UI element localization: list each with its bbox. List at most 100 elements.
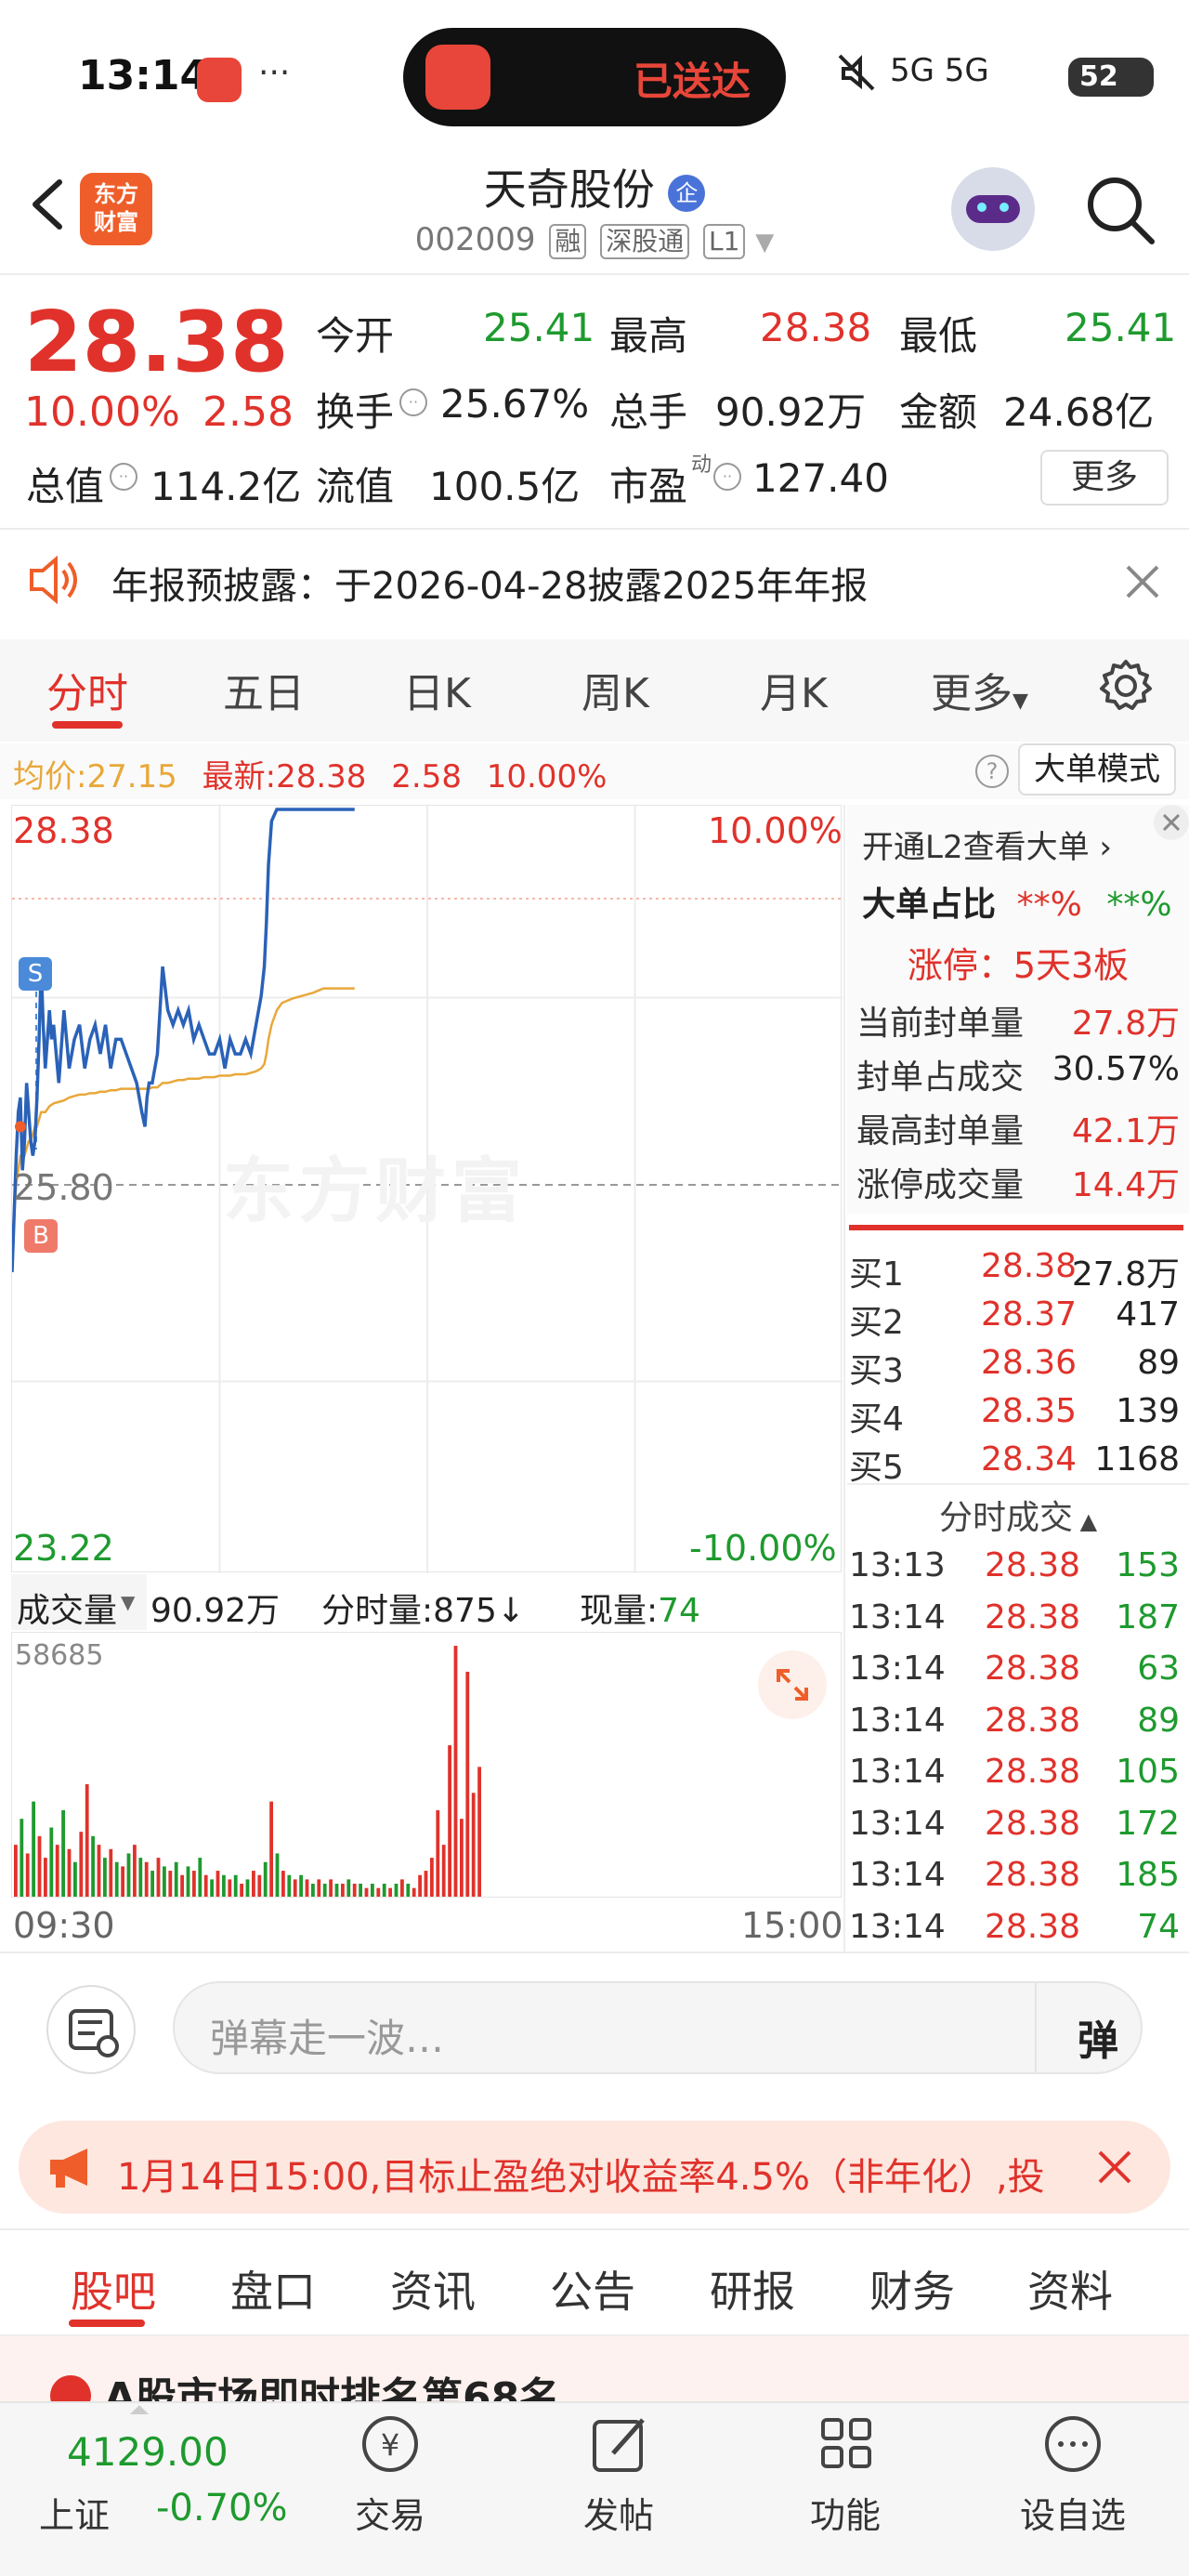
danmaku-send-button[interactable]: 弹 (1078, 2007, 1118, 2067)
assistant-avatar[interactable] (951, 167, 1035, 251)
volume-bar (293, 1879, 297, 1897)
volume-bar (32, 1801, 35, 1897)
volume-selector[interactable]: 成交量 ▼ (11, 1574, 147, 1630)
stock-name: 天奇股份 (483, 164, 655, 215)
ranking-text: A股市场即时排名第68名 (104, 2374, 561, 2401)
tab-research[interactable]: 研报 (710, 2258, 795, 2320)
big-order-ratio: 大单占比 **% **% (862, 877, 1172, 926)
y-max-label: 28.38 (13, 810, 114, 851)
trade-time: 13:14 (849, 1597, 946, 1636)
watermark: 东方财富 (223, 1150, 528, 1232)
index-value[interactable]: 4129.00 (67, 2429, 229, 2475)
divider (1035, 1983, 1037, 2072)
trade-volume: 74 (1137, 1907, 1180, 1946)
panel-divider (843, 805, 845, 1952)
volume-bar (192, 1871, 196, 1897)
volume-bar (465, 1671, 470, 1897)
more-stats-button[interactable]: 更多 (1040, 450, 1169, 506)
trade-volume: 185 (1116, 1856, 1180, 1894)
volume-chart[interactable] (11, 1632, 842, 1898)
info-icon[interactable]: ·· (399, 388, 427, 416)
trade-time: 13:14 (849, 1753, 946, 1791)
volume-bar (168, 1871, 173, 1897)
nav-post[interactable]: 发帖 (572, 2412, 665, 2552)
big-order-mode-button[interactable]: 大单模式 (1018, 743, 1176, 795)
info-icon[interactable]: ·· (713, 463, 741, 491)
trades-title[interactable]: 分时成交 ▲ (847, 1491, 1189, 1539)
tab-pankou[interactable]: 盘口 (230, 2258, 316, 2320)
volume-bar (114, 1861, 119, 1897)
sell-marker[interactable]: S (19, 957, 52, 991)
tab-daily-k[interactable]: 日K (403, 660, 471, 719)
chevron-down-icon[interactable]: ▼ (755, 229, 774, 256)
caret-down-icon: ▼ (1013, 690, 1028, 713)
index-name[interactable]: 上证 (39, 2487, 110, 2538)
tab-announcements[interactable]: 公告 (550, 2258, 635, 2320)
speaker-icon (28, 555, 84, 605)
volume-bar (352, 1884, 357, 1897)
ranking-peek[interactable]: A股市场即时排名第68名 (0, 2336, 1189, 2401)
nav-trade[interactable]: ¥ 交易 (344, 2412, 437, 2552)
volume-bar (359, 1884, 362, 1897)
dynamic-island[interactable]: 已送达 (403, 28, 786, 126)
status-time: 13:14 (78, 52, 209, 99)
volume-bar (97, 1845, 101, 1897)
tab-news[interactable]: 资讯 (390, 2258, 476, 2320)
help-icon[interactable]: ? (975, 755, 1009, 788)
nav-watchlist[interactable]: 设自选 (1013, 2412, 1133, 2552)
tab-monthly-k[interactable]: 月K (760, 660, 828, 719)
y-min-pct-label: -10.00% (689, 1528, 837, 1569)
volume-bar (305, 1879, 309, 1897)
fenshi-volume-value: 875 (433, 1592, 497, 1630)
tab-fenshi[interactable]: 分时 (46, 660, 128, 719)
stat-label-amount: 金额 (899, 389, 978, 435)
l2-link-label: 开通L2查看大单 (862, 829, 1090, 866)
volume-bar (25, 1853, 30, 1897)
tab-guba[interactable]: 股吧 (71, 2258, 156, 2320)
nav-functions[interactable]: 功能 (799, 2412, 892, 2552)
volume-bar (245, 1879, 250, 1897)
edit-icon (593, 2418, 645, 2472)
l2-link[interactable]: 开通L2查看大单 › (862, 821, 1112, 867)
danmaku-settings-icon[interactable] (46, 1985, 136, 2074)
trade-time: 13:14 (849, 1649, 946, 1688)
volume-bar (126, 1853, 131, 1897)
index-change[interactable]: -0.70% (156, 2487, 288, 2530)
trade-price: 28.38 (985, 1804, 1081, 1843)
volume-bar (364, 1887, 369, 1897)
megaphone-icon (46, 2143, 98, 2191)
volume-bar (91, 1835, 95, 1897)
trade-time: 13:14 (849, 1701, 946, 1740)
close-icon[interactable] (1096, 2149, 1133, 2186)
volume-bar (240, 1884, 243, 1897)
pe-superscript: 动 (691, 453, 712, 477)
settings-gear-icon[interactable] (1098, 658, 1154, 714)
buy-marker[interactable]: B (24, 1219, 58, 1253)
stat-label-low: 最低 (899, 313, 978, 359)
tab-finance[interactable]: 财务 (869, 2258, 955, 2320)
search-icon[interactable] (1083, 173, 1157, 247)
tab-5day[interactable]: 五日 (223, 660, 305, 719)
tab-more[interactable]: 更多▼ (931, 660, 1028, 719)
close-icon[interactable] (1124, 563, 1161, 600)
latest-pct: 10.00% (486, 758, 608, 795)
bid-label: 买2 (849, 1304, 904, 1342)
tab-profile[interactable]: 资料 (1027, 2258, 1113, 2320)
divider (0, 528, 1189, 530)
mute-icon (836, 52, 877, 93)
volume-bar (252, 1871, 255, 1897)
close-panel-icon[interactable] (1154, 805, 1189, 840)
volume-bar (37, 1835, 42, 1897)
fenshi-volume: 分时量:875↓ (321, 1584, 525, 1632)
info-icon[interactable]: ·· (110, 463, 137, 491)
volume-bar (203, 1874, 208, 1897)
volume-bar (73, 1861, 77, 1897)
avg-line-info: 均价:27.15 最新:28.38 2.58 10.00% (13, 751, 607, 796)
expand-icon[interactable] (758, 1650, 827, 1719)
trade-volume: 153 (1116, 1546, 1180, 1584)
bid-price: 28.34 (981, 1440, 1078, 1479)
notice-text[interactable]: 年报预披露：于2026-04-28披露2025年年报 (111, 556, 868, 610)
volume-total: 90.92万 (150, 1592, 281, 1630)
tab-weekly-k[interactable]: 周K (581, 660, 649, 719)
x-start-label: 09:30 (13, 1905, 115, 1946)
